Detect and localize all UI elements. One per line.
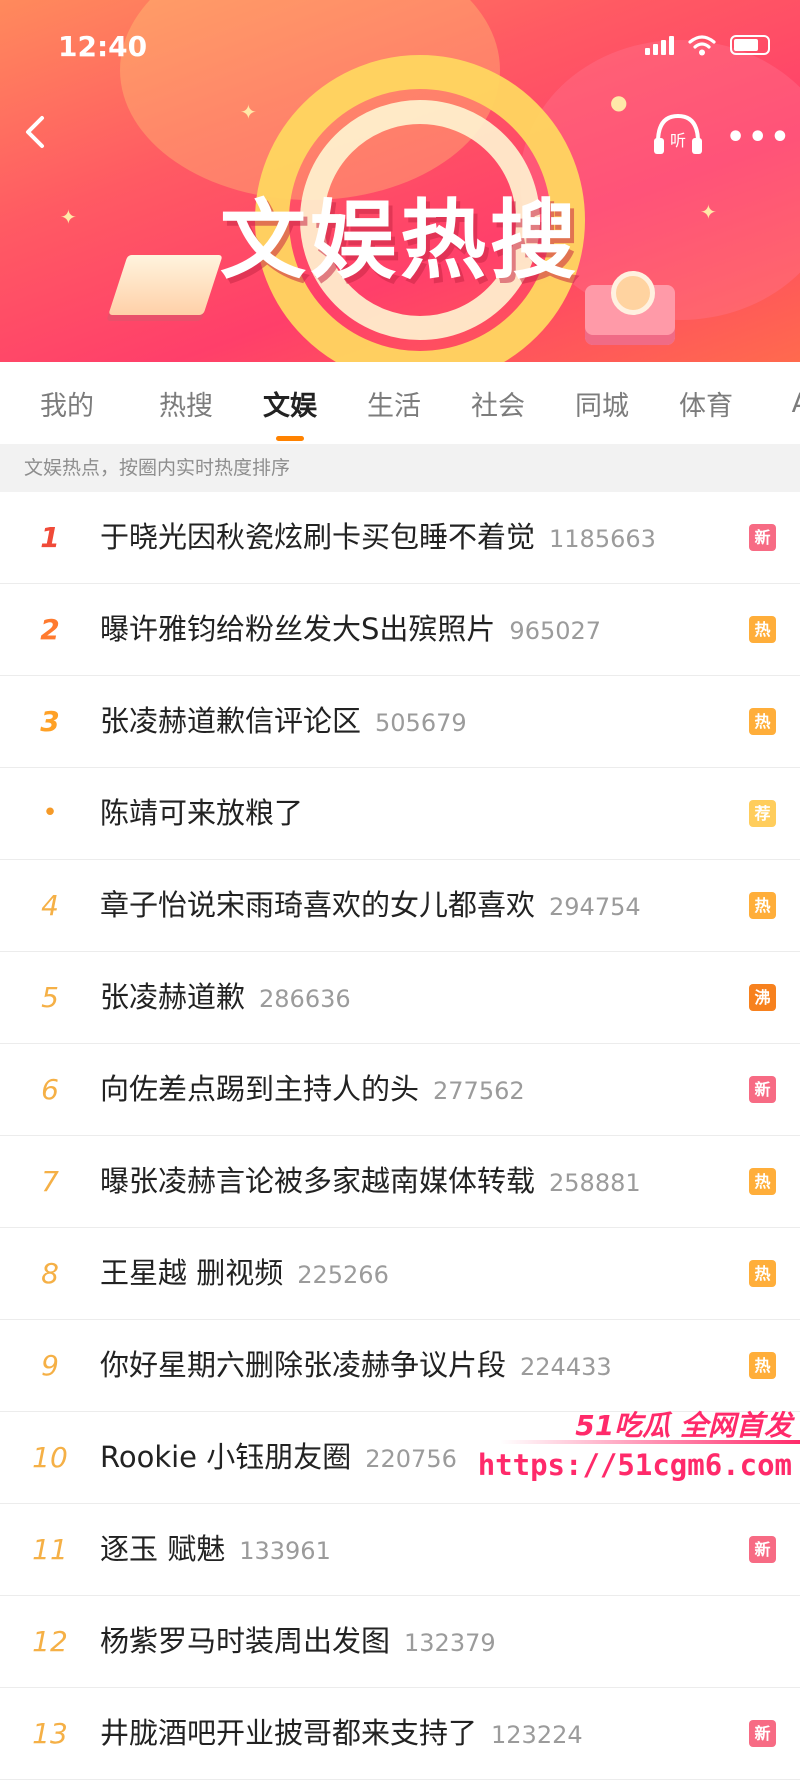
topic-title: 于晓光因秋瓷炫刷卡买包睡不着觉 1185663 (100, 520, 656, 554)
heat-count: 965027 (509, 617, 602, 645)
tab-entertainment[interactable]: 文娱 (238, 384, 342, 441)
list-description: 文娱热点，按圈内实时热度排序 (0, 444, 800, 492)
rank-number: 12 (32, 1625, 68, 1658)
header-banner: ✦ ✦ ✦ ● 12:40 听 ••• 文娱热搜 (0, 0, 800, 362)
page-title: 文娱热搜 (220, 191, 580, 291)
tab-local[interactable]: 同城 (550, 384, 654, 423)
topic-title: 张凌赫道歉 286636 (100, 980, 351, 1014)
new-badge: 新 (749, 1720, 776, 1747)
heat-count: 225266 (297, 1261, 389, 1289)
topic-title: 井胧酒吧开业披哥都来支持了 123224 (100, 1716, 583, 1750)
more-dots-icon[interactable]: ••• (726, 120, 793, 155)
topic-title: 杨紫罗马时装周出发图 132379 (100, 1624, 496, 1658)
rank-number: 11 (32, 1533, 68, 1566)
heat-count: 294754 (549, 893, 641, 921)
headphones-icon[interactable]: 听 (650, 110, 706, 158)
new-badge: 新 (749, 1076, 776, 1103)
rank-number: 5 (41, 981, 59, 1014)
battery-icon (730, 35, 770, 55)
list-item[interactable]: 7 曝张凌赫言论被多家越南媒体转载 258881 热 (0, 1136, 800, 1228)
heat-count: 1185663 (549, 525, 656, 553)
signal-icon (645, 35, 674, 55)
hot-badge: 热 (749, 1352, 776, 1379)
list-item[interactable]: 1 于晓光因秋瓷炫刷卡买包睡不着觉 1185663 新 (0, 492, 800, 584)
heat-count: 505679 (375, 709, 467, 737)
list-item[interactable]: 5 张凌赫道歉 286636 沸 (0, 952, 800, 1044)
list-item[interactable]: 12 杨紫罗马时装周出发图 132379 (0, 1596, 800, 1688)
topic-title: 张凌赫道歉信评论区 505679 (100, 704, 467, 738)
status-time: 12:40 (58, 30, 148, 63)
list-item[interactable]: 4 章子怡说宋雨琦喜欢的女儿都喜欢 294754 热 (0, 860, 800, 952)
topic-title: 曝许雅钧给粉丝发大S出殡照片 965027 (100, 612, 602, 646)
heat-count: 286636 (259, 985, 351, 1013)
topic-title: 曝张凌赫言论被多家越南媒体转载 258881 (100, 1164, 641, 1198)
heat-count: 220756 (365, 1445, 457, 1473)
list-item[interactable]: 9 你好星期六删除张凌赫争议片段 224433 热 (0, 1320, 800, 1412)
tab-life[interactable]: 生活 (342, 384, 446, 423)
list-item[interactable]: 2 曝许雅钧给粉丝发大S出殡照片 965027 热 (0, 584, 800, 676)
topic-title: 章子怡说宋雨琦喜欢的女儿都喜欢 294754 (100, 888, 641, 922)
topic-title: 陈靖可来放粮了 (100, 796, 304, 830)
heat-count: 123224 (491, 1721, 583, 1749)
heat-count: 132379 (404, 1629, 496, 1657)
hot-search-list: 1 于晓光因秋瓷炫刷卡买包睡不着觉 1185663 新 2 曝许雅钧给粉丝发大S出… (0, 492, 800, 1780)
rank-number: 2 (40, 613, 60, 646)
tab-hot-search[interactable]: 热搜 (134, 384, 238, 423)
list-item[interactable]: 11 逐玉 赋魅 133961 新 (0, 1504, 800, 1596)
rank-number: 3 (40, 705, 60, 738)
boiling-badge: 沸 (749, 984, 776, 1011)
topic-title: Rookie 小钰朋友圈 220756 (100, 1440, 457, 1474)
topic-title: 向佐差点踢到主持人的头 277562 (100, 1072, 525, 1106)
recommended-badge: 荐 (749, 800, 776, 827)
tab-sports[interactable]: 体育 (654, 384, 758, 423)
back-arrow-icon[interactable] (14, 110, 58, 154)
category-tabs: 我的 热搜 文娱 生活 社会 同城 体育 AC (0, 362, 800, 445)
topic-title: 逐玉 赋魅 133961 (100, 1532, 331, 1566)
new-badge: 新 (749, 524, 776, 551)
list-item[interactable]: 6 向佐差点踢到主持人的头 277562 新 (0, 1044, 800, 1136)
list-item[interactable]: 8 王星越 删视频 225266 热 (0, 1228, 800, 1320)
rank-number: 1 (40, 521, 60, 554)
hot-badge: 热 (749, 1168, 776, 1195)
rank-number: 6 (41, 1073, 59, 1106)
topic-title: 你好星期六删除张凌赫争议片段 224433 (100, 1348, 612, 1382)
heat-count: 224433 (520, 1353, 612, 1381)
list-item[interactable]: • 陈靖可来放粮了 荐 (0, 768, 800, 860)
hot-badge: 热 (749, 708, 776, 735)
rank-number: 8 (41, 1257, 59, 1290)
sparkle-decoration: ● (610, 90, 628, 114)
hot-badge: 热 (749, 892, 776, 919)
heat-count: 258881 (549, 1169, 641, 1197)
status-icons (645, 34, 770, 56)
promoted-dot: • (42, 798, 58, 828)
heat-count: 277562 (433, 1077, 525, 1105)
rank-number: 10 (32, 1441, 68, 1474)
listen-label: 听 (670, 131, 686, 150)
hot-badge: 热 (749, 1260, 776, 1287)
watermark-brand: 51吃瓜 全网首发 (575, 1409, 792, 1442)
rank-number: 9 (41, 1349, 59, 1382)
tab-mine[interactable]: 我的 (0, 384, 134, 423)
topic-title: 王星越 删视频 225266 (100, 1256, 389, 1290)
watermark: 51吃瓜 全网首发 https://51cgm6.com (478, 1402, 800, 1492)
watermark-divider (500, 1440, 800, 1444)
hot-badge: 热 (749, 616, 776, 643)
tab-society[interactable]: 社会 (446, 384, 550, 423)
list-item[interactable]: 3 张凌赫道歉信评论区 505679 热 (0, 676, 800, 768)
heat-count: 133961 (239, 1537, 331, 1565)
sparkle-decoration: ✦ (240, 100, 257, 124)
rank-number: 7 (41, 1165, 59, 1198)
rank-number: 4 (41, 889, 59, 922)
new-badge: 新 (749, 1536, 776, 1563)
tab-acg[interactable]: AC (758, 388, 800, 419)
wifi-icon (688, 35, 716, 56)
rank-number: 13 (32, 1717, 68, 1750)
watermark-url: https://51cgm6.com (477, 1448, 792, 1482)
list-item[interactable]: 13 井胧酒吧开业披哥都来支持了 123224 新 (0, 1688, 800, 1780)
